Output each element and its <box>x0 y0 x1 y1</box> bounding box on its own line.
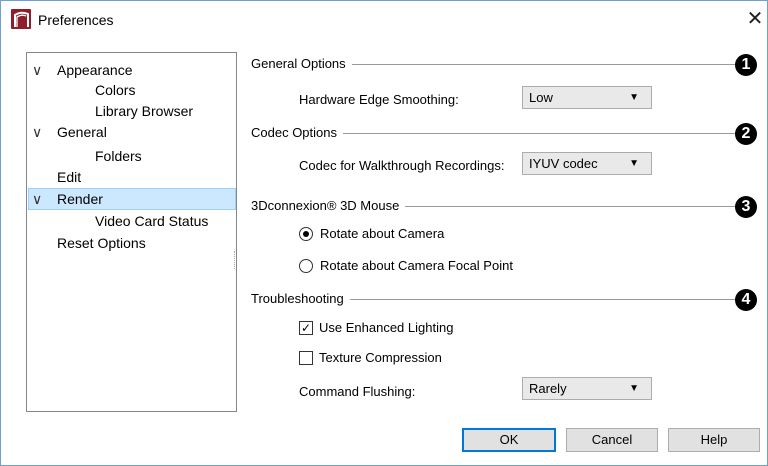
rotate-camera-radio[interactable] <box>299 227 313 241</box>
command-flushing-label: Command Flushing: <box>299 384 416 399</box>
hardware-edge-smoothing-dropdown[interactable]: Low ▼ <box>522 86 652 109</box>
ok-button[interactable]: OK <box>462 428 556 452</box>
tree-item-library-browser[interactable]: Library Browser <box>95 101 193 122</box>
dropdown-arrow-icon: ▼ <box>629 92 639 103</box>
tree-item-colors[interactable]: Colors <box>95 80 135 101</box>
callout-badge-1: 1 <box>735 54 757 76</box>
tree-item-render[interactable]: Render <box>57 189 103 210</box>
tree-item-edit[interactable]: Edit <box>57 167 81 188</box>
dropdown-value: Low <box>529 90 553 105</box>
window-title: Preferences <box>38 12 114 28</box>
rotate-focal-point-label: Rotate about Camera Focal Point <box>320 258 513 273</box>
preferences-dialog: Preferences ✕ ∨ Appearance Colors Librar… <box>0 0 768 466</box>
pane-splitter[interactable] <box>234 251 237 269</box>
category-tree[interactable]: ∨ Appearance Colors Library Browser ∨ Ge… <box>26 52 237 412</box>
callout-badge-3: 3 <box>735 196 757 218</box>
help-button[interactable]: Help <box>668 428 760 452</box>
texture-compression-checkbox[interactable] <box>299 351 313 365</box>
hardware-edge-smoothing-label: Hardware Edge Smoothing: <box>299 92 459 107</box>
rotate-camera-label: Rotate about Camera <box>320 226 445 241</box>
close-icon[interactable]: ✕ <box>745 8 765 30</box>
rotate-focal-point-radio[interactable] <box>299 259 313 273</box>
tree-item-video-card-status[interactable]: Video Card Status <box>95 211 208 232</box>
expand-arrow-icon[interactable]: ∨ <box>32 189 46 209</box>
troubleshooting-title: Troubleshooting <box>251 291 350 306</box>
expand-arrow-icon[interactable]: ∨ <box>32 122 46 142</box>
chief-architect-icon <box>11 9 31 29</box>
tree-item-general[interactable]: General <box>57 122 107 143</box>
cancel-button[interactable]: Cancel <box>566 428 658 452</box>
dropdown-value: IYUV codec <box>529 156 598 171</box>
codec-label: Codec for Walkthrough Recordings: <box>299 158 505 173</box>
title-bar: Preferences ✕ <box>1 1 767 39</box>
checkmark-icon: ✓ <box>300 321 312 335</box>
texture-compression-label: Texture Compression <box>319 350 442 365</box>
command-flushing-dropdown[interactable]: Rarely ▼ <box>522 377 652 400</box>
dropdown-value: Rarely <box>529 381 567 396</box>
dropdown-arrow-icon: ▼ <box>629 383 639 394</box>
expand-arrow-icon[interactable]: ∨ <box>32 60 46 80</box>
tree-item-appearance[interactable]: Appearance <box>57 60 133 81</box>
callout-badge-4: 4 <box>735 289 757 311</box>
codec-dropdown[interactable]: IYUV codec ▼ <box>522 152 652 175</box>
tree-item-reset-options[interactable]: Reset Options <box>57 233 146 254</box>
general-options-title: General Options <box>251 56 352 71</box>
3d-mouse-title: 3Dconnexion® 3D Mouse <box>251 198 406 213</box>
tree-item-folders[interactable]: Folders <box>95 146 142 167</box>
enhanced-lighting-label: Use Enhanced Lighting <box>319 320 454 335</box>
dropdown-arrow-icon: ▼ <box>629 158 639 169</box>
codec-options-title: Codec Options <box>251 125 343 140</box>
callout-badge-2: 2 <box>735 123 757 145</box>
enhanced-lighting-checkbox[interactable]: ✓ <box>299 321 313 335</box>
